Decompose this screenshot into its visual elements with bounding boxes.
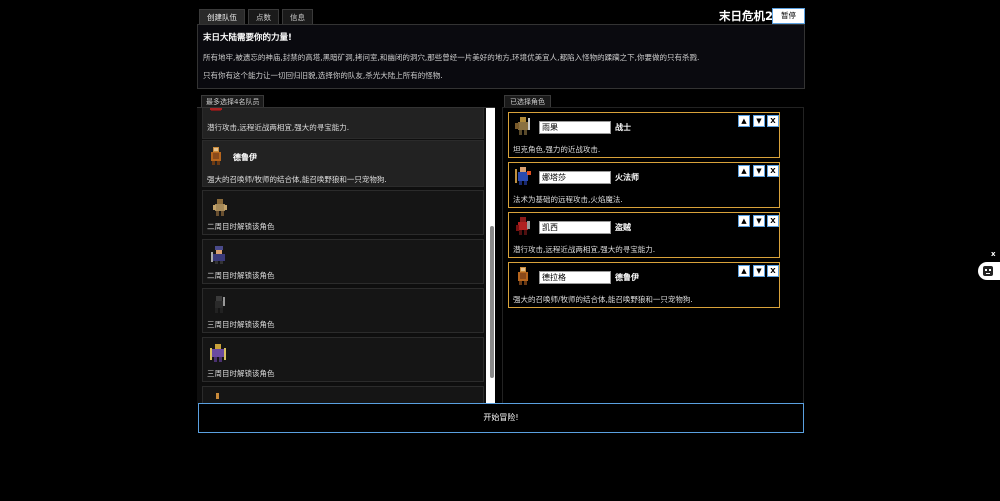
move-up-button[interactable]: ▲ [738, 115, 750, 127]
warrior-sprite-icon [515, 117, 530, 135]
tab-bar: 创建队伍 点数 信息 [199, 9, 313, 25]
hero-class-label: 盗贼 [615, 223, 631, 232]
pause-button[interactable]: 暂停 [772, 8, 805, 24]
locked-sprite-icon [213, 199, 227, 216]
fire-mage-sprite-icon [515, 167, 531, 185]
hero-card-locked[interactable]: 二周目时解锁该角色 [202, 239, 484, 284]
move-up-button[interactable]: ▲ [738, 215, 750, 227]
selected-hero-card: 娜塔莎 火法师 ▲ ▼ X 法术为基础的远程攻击,火焰魔法. [508, 162, 780, 208]
move-down-button[interactable]: ▼ [753, 215, 765, 227]
selected-heroes-panel: 雨果 战士 ▲ ▼ X 坦克角色,强力的近战攻击. 娜塔莎 火法师 ▲ ▼ X … [502, 107, 804, 405]
hero-desc: 坦克角色,强力的近战攻击. [513, 145, 601, 154]
hero-card-desc: 二周目时解锁该角色 [207, 271, 275, 280]
intro-paragraph-2: 只有你有这个能力让一切回归旧貌,选择你的队友,杀光大陆上所有的怪物. [203, 71, 443, 80]
hero-class-label: 火法师 [615, 173, 639, 182]
locked-sprite-icon [210, 344, 226, 362]
druid-sprite-icon [211, 147, 221, 165]
hero-card-rogue[interactable]: 潜行攻击,远程近战两相宜,强大的寻宝能力. [202, 108, 484, 139]
hero-card-locked[interactable]: 三周目时解锁该角色 [202, 288, 484, 333]
rogue-sprite-icon [210, 108, 222, 111]
side-widget-button[interactable] [978, 262, 1000, 280]
game-app: 创建队伍 点数 信息 末日危机2 暂停 末日大陆需要你的力量! 所有地牢,被遗忘… [196, 8, 806, 436]
tab-points[interactable]: 点数 [248, 9, 279, 25]
hero-card-locked[interactable]: 三周目时解锁该角色 [202, 337, 484, 382]
remove-hero-button[interactable]: X [767, 265, 779, 277]
hero-card-locked[interactable]: 二周目时解锁该角色 [202, 190, 484, 235]
remove-hero-button[interactable]: X [767, 165, 779, 177]
available-heroes-list[interactable]: 潜行攻击,远程近战两相宜,强大的寻宝能力. 德鲁伊 强大的召唤师/牧师的结合体,… [197, 107, 495, 404]
hero-name-input[interactable]: 德拉格 [539, 271, 611, 284]
druid-sprite-icon [518, 267, 528, 285]
tab-info[interactable]: 信息 [282, 9, 313, 25]
hero-desc: 法术为基础的远程攻击,火焰魔法. [513, 195, 623, 204]
ghost-face-icon [983, 266, 993, 276]
hero-class-label: 德鲁伊 [615, 273, 639, 282]
game-title: 末日危机2 [719, 9, 774, 23]
hero-class-label: 战士 [615, 123, 631, 132]
locked-sprite-icon [211, 246, 225, 264]
move-up-button[interactable]: ▲ [738, 165, 750, 177]
hero-card-locked[interactable] [202, 386, 484, 404]
list-scrollbar-thumb[interactable] [490, 226, 494, 378]
hero-card-desc: 三周目时解锁该角色 [207, 369, 275, 378]
selected-hero-card: 雨果 战士 ▲ ▼ X 坦克角色,强力的近战攻击. [508, 112, 780, 158]
hero-name-input[interactable]: 雨果 [539, 121, 611, 134]
hero-desc: 潜行攻击,远程近战两相宜,强大的寻宝能力. [513, 245, 656, 254]
side-widget-close-button[interactable]: x [991, 250, 996, 258]
hero-name-input[interactable]: 娜塔莎 [539, 171, 611, 184]
intro-paragraph-1: 所有地牢,被遗忘的神庙,封禁的高塔,黑暗矿洞,拷问室,和幽闭的洞穴,那些曾经一片… [203, 53, 700, 62]
hero-card-name: 德鲁伊 [233, 153, 257, 162]
selected-hero-card: 德拉格 德鲁伊 ▲ ▼ X 强大的召唤师/牧师的结合体,能召唤野狼和一只宠物狗. [508, 262, 780, 308]
intro-title: 末日大陆需要你的力量! [203, 33, 292, 43]
hero-name-input[interactable]: 凯西 [539, 221, 611, 234]
hero-card-desc: 三周目时解锁该角色 [207, 320, 275, 329]
move-down-button[interactable]: ▼ [753, 265, 765, 277]
remove-hero-button[interactable]: X [767, 215, 779, 227]
hero-card-desc: 二周目时解锁该角色 [207, 222, 275, 231]
move-down-button[interactable]: ▼ [753, 115, 765, 127]
start-adventure-button[interactable]: 开始冒险! [198, 403, 804, 433]
hero-desc: 强大的召唤师/牧师的结合体,能召唤野狼和一只宠物狗. [513, 295, 693, 304]
remove-hero-button[interactable]: X [767, 115, 779, 127]
intro-panel: 末日大陆需要你的力量! 所有地牢,被遗忘的神庙,封禁的高塔,黑暗矿洞,拷问室,和… [197, 24, 805, 89]
hero-card-desc: 强大的召唤师/牧师的结合体,能召唤野狼和一只宠物狗. [207, 175, 387, 184]
rogue-sprite-icon [516, 217, 530, 235]
move-down-button[interactable]: ▼ [753, 165, 765, 177]
tab-create-party[interactable]: 创建队伍 [199, 9, 245, 25]
move-up-button[interactable]: ▲ [738, 265, 750, 277]
hero-card-desc: 潜行攻击,远程近战两相宜,强大的寻宝能力. [207, 123, 350, 132]
selected-hero-card: 凯西 盗贼 ▲ ▼ X 潜行攻击,远程近战两相宜,强大的寻宝能力. [508, 212, 780, 258]
locked-sprite-icon [215, 296, 225, 313]
hero-card-druid[interactable]: 德鲁伊 强大的召唤师/牧师的结合体,能召唤野狼和一只宠物狗. [202, 140, 484, 187]
